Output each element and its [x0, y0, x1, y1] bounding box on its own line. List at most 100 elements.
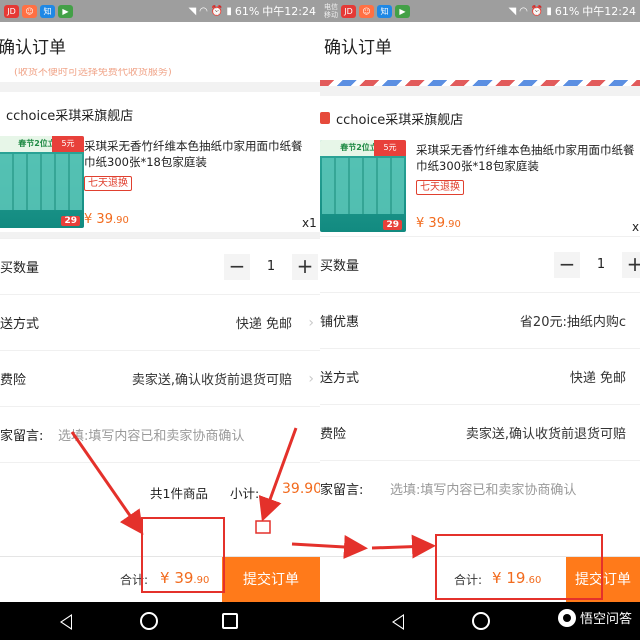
status-bar: 电信移动 JD ☺ 知 ▶ ◥ ◠ ⏰ ▮ 61% 中午12:24 — [320, 0, 640, 22]
message-label: 家留言: — [320, 483, 364, 498]
total-amount: ¥ 19.60 — [492, 569, 542, 587]
product-thumbnail[interactable]: 春节2位立减 5元 29 — [0, 136, 84, 228]
message-row: 家留言: 选填:填写内容已和卖家协商确认 — [320, 460, 640, 516]
return-policy-tag: 七天退换 — [84, 176, 132, 191]
submit-order-button[interactable]: 提交订单 — [222, 557, 320, 603]
subtotal-amount: 39.90 — [282, 481, 320, 497]
back-icon[interactable] — [392, 614, 404, 630]
increase-button[interactable]: + — [292, 253, 318, 280]
shop-name: cchoice采琪采旗舰店 — [336, 112, 464, 128]
shop-name: cchoice采琪采旗舰店 — [6, 108, 134, 124]
subtotal-label: 小计: — [230, 486, 260, 501]
tissue-pack-image — [0, 154, 82, 210]
home-icon[interactable] — [472, 612, 490, 630]
thumb-discount: 5元 — [52, 136, 84, 152]
play-icon: ▶ — [58, 4, 73, 18]
quantity-label: 买数量 — [0, 261, 40, 276]
item-count: 共1件商品 — [150, 486, 208, 501]
right-screenshot: 电信移动 JD ☺ 知 ▶ ◥ ◠ ⏰ ▮ 61% 中午12:24 确认订单 c… — [320, 0, 640, 640]
quantity-value[interactable]: 1 — [580, 257, 622, 272]
shipping-value: 快递 免邮 — [569, 371, 626, 386]
wukong-logo-icon — [557, 608, 576, 627]
shipping-label: 送方式 — [0, 317, 40, 332]
zhihu-app-icon: 知 — [377, 4, 392, 18]
product-quantity: x1 — [302, 216, 317, 230]
subtotal-row: 共1件商品 小计: 39.90 — [0, 462, 320, 519]
quantity-stepper[interactable]: − 1 + — [554, 251, 640, 278]
recents-icon[interactable] — [222, 613, 238, 629]
battery-percent: 61% — [554, 4, 580, 18]
thumb-price: 29 — [61, 216, 80, 226]
chevron-right-icon: › — [308, 314, 314, 331]
product-price: ¥ 39.90 — [416, 216, 461, 231]
shop-row[interactable]: cchoice采琪采旗舰店 — [0, 92, 320, 136]
quantity-row: 买数量 − 1 + — [320, 236, 640, 292]
page-title: 确认订单 — [324, 37, 392, 58]
product-name: 采琪采无香竹纤维本色抽纸巾家用面巾纸餐巾纸300张*18包家庭装 — [84, 139, 303, 169]
status-time: 中午12:24 — [582, 5, 636, 18]
wifi-icon: ◠ — [199, 5, 208, 17]
alarm-icon: ⏰ — [530, 5, 544, 17]
notification-icon: ☺ — [22, 4, 37, 18]
decrease-button[interactable]: − — [554, 251, 580, 278]
battery-percent: 61% — [234, 4, 260, 18]
status-bar: JD ☺ 知 ▶ ◥ ◠ ⏰ ▮ 61% 中午12:24 — [0, 0, 320, 22]
quantity-stepper[interactable]: − 1 + — [224, 253, 318, 280]
jd-app-icon: JD — [341, 4, 356, 18]
total-amount: ¥ 39.90 — [160, 569, 210, 587]
decrease-button[interactable]: − — [224, 253, 250, 280]
insurance-label: 费险 — [320, 427, 347, 442]
battery-icon: ▮ — [546, 5, 552, 17]
insurance-row[interactable]: 费险 卖家送,确认收货前退货可赔 — [320, 404, 640, 460]
message-input[interactable]: 选填:填写内容已和卖家协商确认 — [390, 479, 576, 498]
store-discount-row[interactable]: 铺优惠 省20元:抽纸内购c — [320, 292, 640, 348]
home-icon[interactable] — [140, 612, 158, 630]
total-label: 合计: — [454, 573, 483, 587]
product-card[interactable]: 春节2位立减 5元 29 采琪采无香竹纤维本色抽纸巾家用面巾纸餐巾纸300张*1… — [320, 140, 640, 236]
shop-icon — [320, 112, 330, 124]
back-icon[interactable] — [60, 614, 72, 630]
product-name: 采琪采无香竹纤维本色抽纸巾家用面巾纸餐巾纸300张*18包家庭装 — [416, 143, 635, 173]
shipping-value: 快递 免邮 — [235, 317, 292, 332]
total-label: 合计: — [120, 573, 149, 587]
shop-row[interactable]: cchoice采琪采旗舰店 — [320, 96, 640, 140]
insurance-row[interactable]: 费险 卖家送,确认收货前退货可赔 › — [0, 350, 320, 406]
signal-icon: ◥ — [508, 5, 517, 17]
quantity-value[interactable]: 1 — [250, 259, 292, 274]
product-quantity: x — [632, 220, 640, 234]
message-label: 家留言: — [0, 429, 44, 444]
message-input[interactable]: 选填:填写内容已和卖家协商确认 — [58, 425, 244, 444]
thumb-discount: 5元 — [374, 140, 406, 156]
android-nav-bar — [0, 602, 640, 640]
status-time: 中午12:24 — [262, 5, 316, 18]
zhihu-app-icon: 知 — [40, 4, 55, 18]
product-price: ¥ 39.90 — [84, 212, 129, 227]
battery-icon: ▮ — [226, 5, 232, 17]
jd-app-icon: JD — [4, 4, 19, 18]
return-policy-tag: 七天退换 — [416, 180, 464, 195]
signal-icon: ◥ — [188, 5, 197, 17]
insurance-value: 卖家送,确认收货前退货可赔 — [131, 373, 292, 388]
notification-icon: ☺ — [359, 4, 374, 18]
watermark-text: 悟空问答 — [579, 612, 632, 627]
left-screenshot: JD ☺ 知 ▶ ◥ ◠ ⏰ ▮ 61% 中午12:24 确认订单 (收货不便时… — [0, 0, 320, 640]
shipping-row[interactable]: 送方式 快递 免邮 — [320, 348, 640, 404]
shipping-label: 送方式 — [320, 371, 360, 386]
alarm-icon: ⏰ — [210, 5, 224, 17]
insurance-value: 卖家送,确认收货前退货可赔 — [465, 427, 626, 442]
chevron-right-icon: › — [308, 370, 314, 387]
product-card[interactable]: 春节2位立减 5元 29 采琪采无香竹纤维本色抽纸巾家用面巾纸餐巾纸300张*1… — [0, 136, 320, 232]
insurance-label: 费险 — [0, 373, 27, 388]
quantity-label: 买数量 — [320, 259, 360, 274]
increase-button[interactable]: + — [622, 251, 640, 278]
wifi-icon: ◠ — [519, 5, 528, 17]
submit-order-button[interactable]: 提交订单 — [566, 557, 640, 603]
message-row: 家留言: 选填:填写内容已和卖家协商确认 — [0, 406, 320, 462]
store-discount-value: 省20元:抽纸内购c — [519, 315, 626, 330]
product-thumbnail[interactable]: 春节2位立减 5元 29 — [320, 140, 406, 232]
shipping-row[interactable]: 送方式 快递 免邮 › — [0, 294, 320, 350]
play-icon: ▶ — [395, 4, 410, 18]
checkout-bar: 合计: ¥ 39.90 提交订单 — [0, 556, 320, 603]
checkout-bar: 合计: ¥ 19.60 提交订单 — [320, 556, 640, 603]
title-bar: 确认订单 — [320, 22, 640, 68]
